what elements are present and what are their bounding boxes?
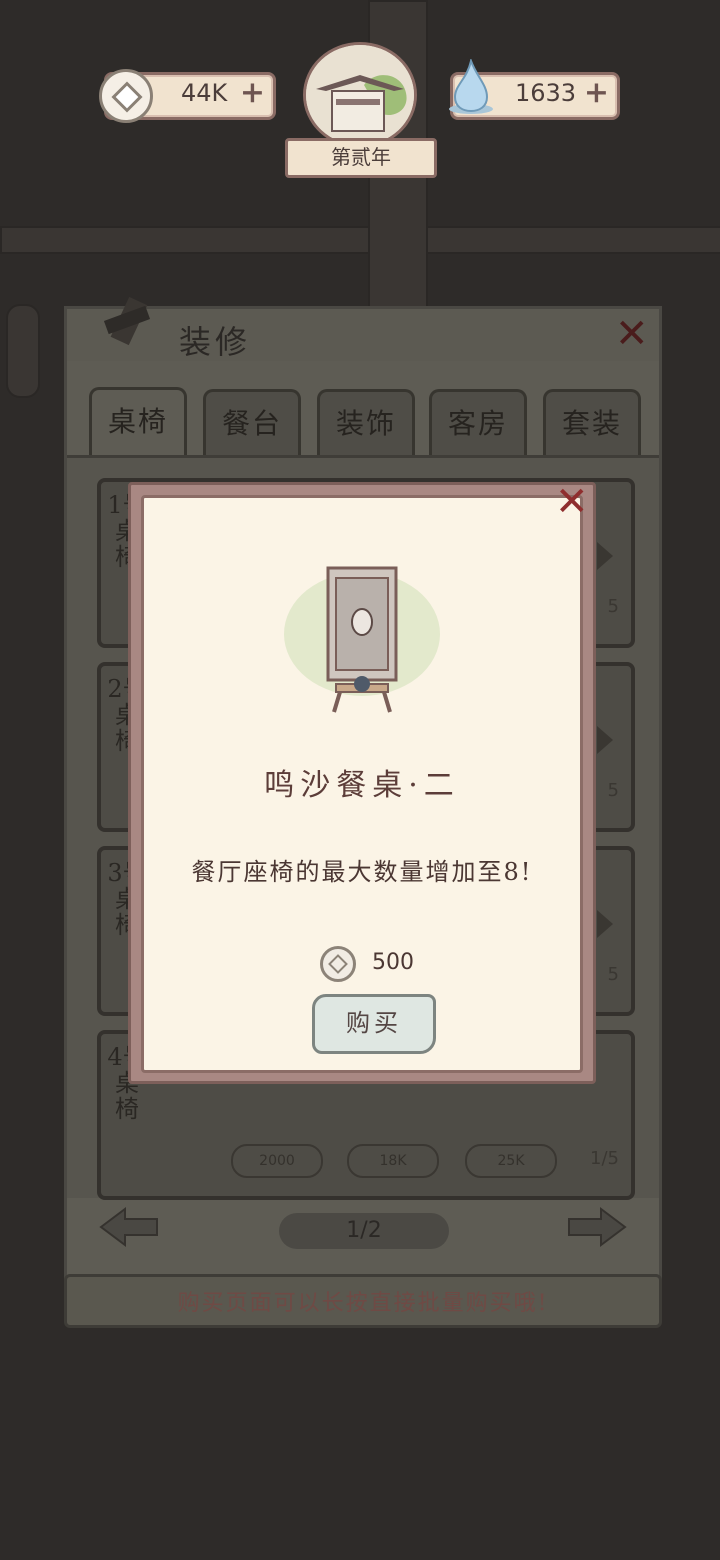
panel-close-icon[interactable]: ✕ bbox=[615, 311, 649, 357]
background-beam bbox=[0, 226, 720, 254]
next-arrow-icon[interactable] bbox=[597, 910, 613, 938]
price-chip[interactable]: 2000 bbox=[231, 1144, 323, 1178]
row-count: 5 bbox=[607, 780, 619, 801]
water-drop-icon bbox=[449, 59, 493, 114]
item-illustration bbox=[284, 566, 440, 713]
tab-decorations[interactable]: 装饰 bbox=[317, 389, 415, 456]
copper-coin-icon bbox=[320, 946, 356, 982]
price-chip[interactable]: 25K bbox=[465, 1144, 557, 1178]
tab-guest-rooms[interactable]: 客房 bbox=[429, 389, 527, 456]
add-coins-icon[interactable]: + bbox=[240, 77, 265, 109]
add-spirit-icon[interactable]: + bbox=[584, 77, 609, 109]
row-count: 1/5 bbox=[590, 1148, 619, 1169]
page-indicator: 1/2 bbox=[279, 1213, 449, 1249]
cost-value: 500 bbox=[372, 950, 414, 975]
spirit-counter[interactable]: 1633 + bbox=[449, 59, 620, 120]
hammer-saw-icon bbox=[103, 296, 151, 346]
dialog-body: 鸣沙餐桌·二 餐厅座椅的最大数量增加至8! 500 购买 bbox=[141, 495, 583, 1073]
buy-button[interactable]: 购买 bbox=[312, 994, 436, 1054]
tip-banner: 购买页面可以长按直接批量购买哦! bbox=[64, 1274, 662, 1328]
prev-page-arrow-icon[interactable] bbox=[99, 1205, 159, 1249]
coin-value: 44K bbox=[181, 79, 228, 107]
price-chip[interactable]: 18K bbox=[347, 1144, 439, 1178]
tip-text: 购买页面可以长按直接批量购买哦! bbox=[177, 1291, 549, 1316]
tab-tables-chairs[interactable]: 桌椅 bbox=[89, 387, 187, 460]
dialog-close-icon[interactable]: ✕ bbox=[555, 479, 589, 525]
row-count: 5 bbox=[607, 596, 619, 617]
next-arrow-icon[interactable] bbox=[597, 726, 613, 754]
spirit-value: 1633 bbox=[515, 79, 577, 107]
copper-coin-icon bbox=[99, 69, 153, 123]
tab-sets[interactable]: 套装 bbox=[543, 389, 641, 456]
item-description: 餐厅座椅的最大数量增加至8! bbox=[191, 858, 533, 886]
panel-title: 装修 bbox=[179, 323, 252, 361]
background-lantern bbox=[6, 304, 40, 398]
pavilion-illustration bbox=[303, 42, 417, 148]
item-name: 鸣沙餐桌·二 bbox=[264, 768, 460, 803]
purchase-dialog: 鸣沙餐桌·二 餐厅座椅的最大数量增加至8! 500 购买 ✕ bbox=[128, 479, 596, 1084]
row-count: 5 bbox=[607, 964, 619, 985]
year-label: 第贰年 bbox=[285, 138, 437, 178]
year-emblem: 第贰年 bbox=[285, 40, 437, 178]
next-page-arrow-icon[interactable] bbox=[567, 1205, 627, 1249]
coin-counter[interactable]: 44K + bbox=[99, 69, 276, 123]
panel-header: 装修 ✕ bbox=[67, 296, 659, 361]
next-arrow-icon[interactable] bbox=[597, 542, 613, 570]
tab-counters[interactable]: 餐台 bbox=[203, 389, 301, 456]
